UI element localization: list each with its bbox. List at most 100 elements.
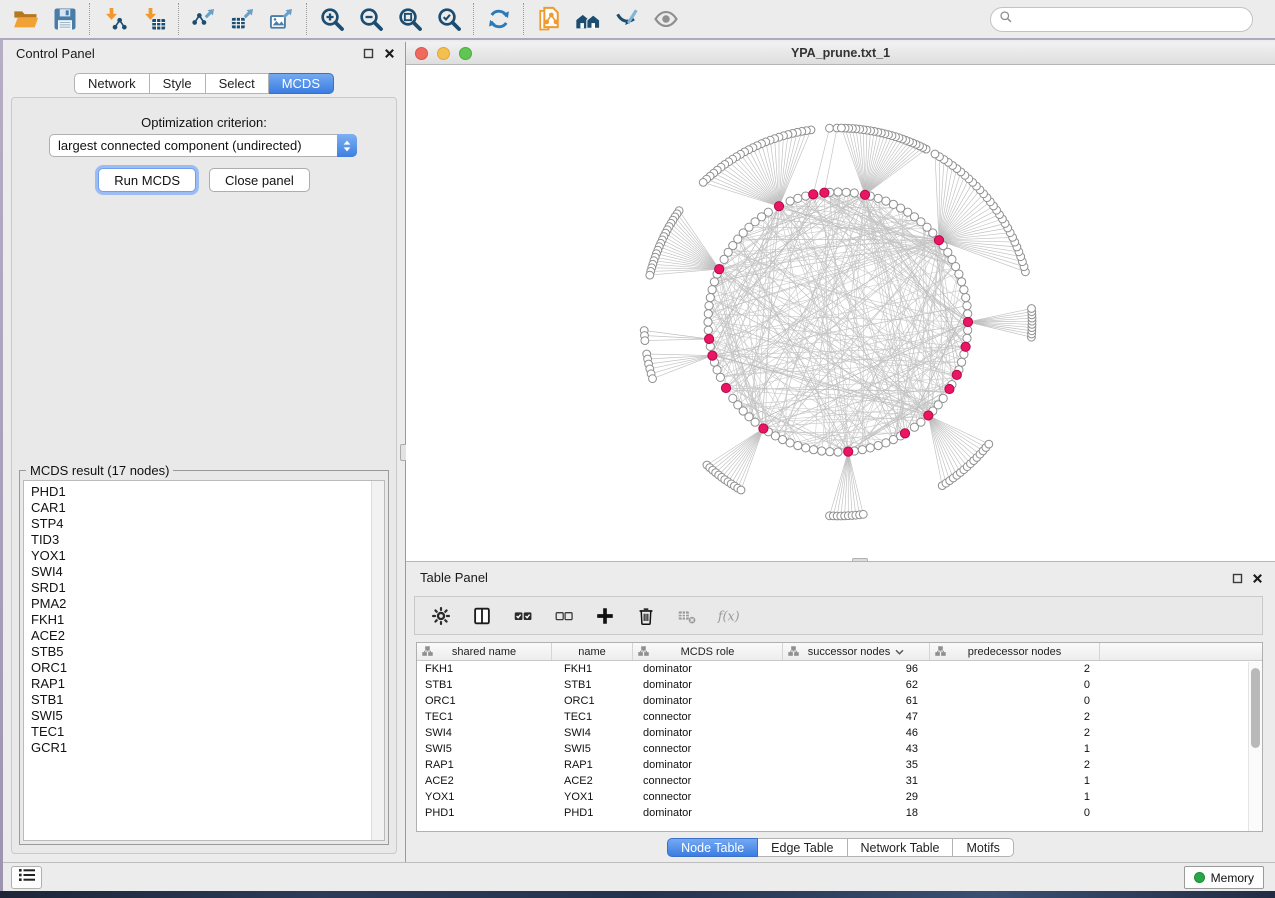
network-canvas[interactable]: [406, 65, 1275, 561]
cell-name[interactable]: TEC1: [552, 709, 633, 725]
cell-predecessor-nodes[interactable]: 0: [930, 805, 1100, 821]
cell-predecessor-nodes[interactable]: 2: [930, 709, 1100, 725]
cell-successor-nodes[interactable]: 47: [783, 709, 930, 725]
column-header-name[interactable]: name: [552, 643, 633, 660]
cell-name[interactable]: SWI4: [552, 725, 633, 741]
close-table-panel-icon[interactable]: [1252, 571, 1263, 589]
tab-edge-table[interactable]: Edge Table: [758, 838, 847, 857]
mcds-result-item[interactable]: YOX1: [31, 548, 384, 564]
mcds-result-item[interactable]: STB1: [31, 692, 384, 708]
export-network-button[interactable]: [184, 2, 223, 36]
mcds-result-item[interactable]: STP4: [31, 516, 384, 532]
share-document-button[interactable]: [529, 2, 568, 36]
cell-successor-nodes[interactable]: 35: [783, 757, 930, 773]
close-panel-button[interactable]: Close panel: [209, 168, 310, 192]
float-table-panel-icon[interactable]: [1232, 571, 1243, 589]
annotation-pen-button[interactable]: [607, 2, 646, 36]
tab-network-table[interactable]: Network Table: [848, 838, 954, 857]
table-scrollbar[interactable]: [1248, 662, 1262, 831]
mcds-result-item[interactable]: ACE2: [31, 628, 384, 644]
mcds-result-item[interactable]: TEC1: [31, 724, 384, 740]
cell-name[interactable]: PHD1: [552, 805, 633, 821]
tab-mcds[interactable]: MCDS: [269, 73, 334, 94]
cell-shared-name[interactable]: ACE2: [417, 773, 552, 789]
table-settings-gear-icon[interactable]: [429, 604, 453, 628]
cell-MCDS-role[interactable]: connector: [633, 789, 783, 805]
cell-predecessor-nodes[interactable]: 2: [930, 661, 1100, 677]
cell-successor-nodes[interactable]: 96: [783, 661, 930, 677]
cell-name[interactable]: FKH1: [552, 661, 633, 677]
mcds-result-item[interactable]: SWI5: [31, 708, 384, 724]
cell-successor-nodes[interactable]: 29: [783, 789, 930, 805]
open-session-button[interactable]: [6, 2, 45, 36]
import-table-button[interactable]: [134, 2, 173, 36]
cell-MCDS-role[interactable]: dominator: [633, 677, 783, 693]
network-graph[interactable]: [406, 65, 1275, 561]
cell-predecessor-nodes[interactable]: 0: [930, 693, 1100, 709]
cell-successor-nodes[interactable]: 46: [783, 725, 930, 741]
show-columns-icon[interactable]: [470, 604, 494, 628]
column-header-MCDS-role[interactable]: MCDS role: [633, 643, 783, 660]
import-network-button[interactable]: [95, 2, 134, 36]
mcds-result-item[interactable]: FKH1: [31, 612, 384, 628]
cell-shared-name[interactable]: FKH1: [417, 661, 552, 677]
cell-successor-nodes[interactable]: 43: [783, 741, 930, 757]
float-panel-icon[interactable]: [362, 47, 374, 59]
cell-MCDS-role[interactable]: dominator: [633, 725, 783, 741]
cell-MCDS-role[interactable]: connector: [633, 709, 783, 725]
delete-column-icon[interactable]: [634, 604, 658, 628]
cell-successor-nodes[interactable]: 31: [783, 773, 930, 789]
mcds-result-item[interactable]: STB5: [31, 644, 384, 660]
zoom-out-button[interactable]: [351, 2, 390, 36]
deselect-all-checks-icon[interactable]: [552, 604, 576, 628]
export-image-button[interactable]: [262, 2, 301, 36]
export-table-button[interactable]: [223, 2, 262, 36]
mcds-result-item[interactable]: SWI4: [31, 564, 384, 580]
mcds-result-item[interactable]: SRD1: [31, 580, 384, 596]
tab-motifs[interactable]: Motifs: [953, 838, 1013, 857]
cell-MCDS-role[interactable]: connector: [633, 773, 783, 789]
cell-MCDS-role[interactable]: dominator: [633, 661, 783, 677]
cell-MCDS-role[interactable]: dominator: [633, 757, 783, 773]
mcds-result-item[interactable]: CAR1: [31, 500, 384, 516]
cell-shared-name[interactable]: ORC1: [417, 693, 552, 709]
table-scrollbar-thumb[interactable]: [1251, 668, 1260, 748]
network-overview-button[interactable]: [568, 2, 607, 36]
add-column-icon[interactable]: [593, 604, 617, 628]
cell-predecessor-nodes[interactable]: 0: [930, 677, 1100, 693]
optimization-criterion-select[interactable]: largest connected component (undirected): [49, 134, 357, 157]
save-session-button[interactable]: [45, 2, 84, 36]
cell-name[interactable]: ACE2: [552, 773, 633, 789]
cell-name[interactable]: STB1: [552, 677, 633, 693]
cell-successor-nodes[interactable]: 62: [783, 677, 930, 693]
cell-predecessor-nodes[interactable]: 2: [930, 757, 1100, 773]
column-header-predecessor-nodes[interactable]: predecessor nodes: [930, 643, 1100, 660]
cell-predecessor-nodes[interactable]: 1: [930, 773, 1100, 789]
cell-shared-name[interactable]: STB1: [417, 677, 552, 693]
select-all-checks-icon[interactable]: [511, 604, 535, 628]
mcds-result-item[interactable]: GCR1: [31, 740, 384, 756]
zoom-in-button[interactable]: [312, 2, 351, 36]
mcds-result-item[interactable]: TID3: [31, 532, 384, 548]
cell-shared-name[interactable]: TEC1: [417, 709, 552, 725]
cell-MCDS-role[interactable]: dominator: [633, 693, 783, 709]
cell-shared-name[interactable]: SWI5: [417, 741, 552, 757]
cell-name[interactable]: RAP1: [552, 757, 633, 773]
run-mcds-button[interactable]: Run MCDS: [98, 168, 196, 192]
memory-button[interactable]: Memory: [1184, 866, 1264, 889]
cell-name[interactable]: YOX1: [552, 789, 633, 805]
cell-MCDS-role[interactable]: connector: [633, 741, 783, 757]
close-panel-icon[interactable]: [383, 47, 395, 59]
cell-name[interactable]: SWI5: [552, 741, 633, 757]
cell-predecessor-nodes[interactable]: 1: [930, 741, 1100, 757]
refresh-layout-button[interactable]: [479, 2, 518, 36]
mcds-result-item[interactable]: PMA2: [31, 596, 384, 612]
cell-successor-nodes[interactable]: 61: [783, 693, 930, 709]
tab-node-table[interactable]: Node Table: [667, 838, 758, 857]
task-history-button[interactable]: [11, 866, 42, 889]
cell-name[interactable]: ORC1: [552, 693, 633, 709]
cell-MCDS-role[interactable]: dominator: [633, 805, 783, 821]
mcds-result-item[interactable]: ORC1: [31, 660, 384, 676]
tab-network[interactable]: Network: [74, 73, 150, 94]
cell-shared-name[interactable]: RAP1: [417, 757, 552, 773]
